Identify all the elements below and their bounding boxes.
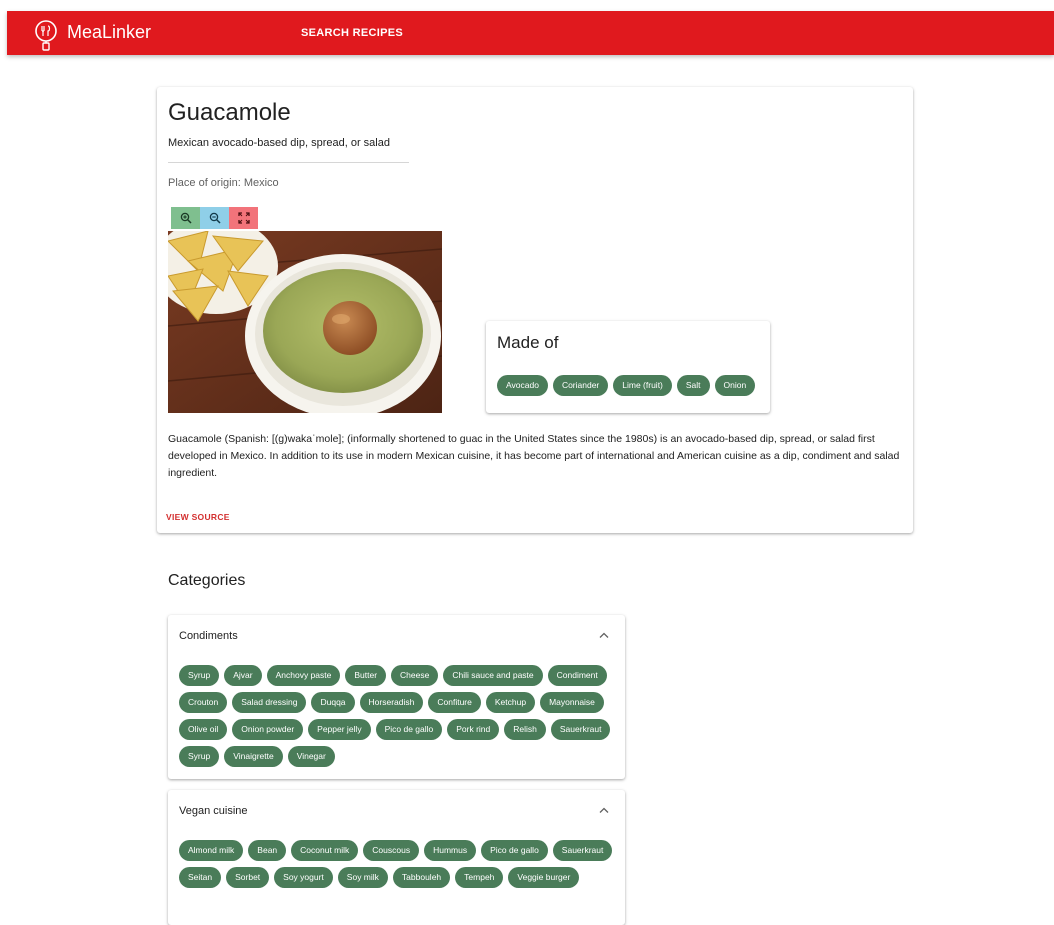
category-chip[interactable]: Ajvar [224, 665, 262, 686]
category-chip[interactable]: Butter [345, 665, 387, 686]
category-panel-vegan-cuisine: Vegan cuisine Almond milk Bean Coconut m… [168, 790, 625, 925]
chevron-up-icon[interactable] [599, 632, 609, 638]
category-chip[interactable]: Confiture [428, 692, 481, 713]
top-app-bar: MeaLinker SEARCH RECIPES [7, 11, 1054, 55]
category-chip[interactable]: Tempeh [455, 867, 504, 888]
nav-search-recipes[interactable]: SEARCH RECIPES [301, 27, 403, 39]
category-chip[interactable]: Vinaigrette [224, 746, 283, 767]
category-chip[interactable]: Duqqa [311, 692, 355, 713]
category-chip[interactable]: Salad dressing [232, 692, 307, 713]
category-chip[interactable]: Coconut milk [291, 840, 359, 861]
category-chip[interactable]: Vinegar [287, 746, 335, 767]
zoom-in-icon [180, 212, 192, 224]
category-chip[interactable]: Onion powder [232, 719, 304, 740]
brand-name[interactable]: MeaLinker [67, 22, 151, 43]
categories-heading: Categories [168, 572, 246, 589]
made-of-title: Made of [497, 333, 559, 352]
category-panel-condiments: Condiments Syrup Ajvar Anchovy paste But… [168, 615, 625, 779]
category-chip[interactable]: Syrup [179, 746, 220, 767]
ingredient-chips: Avocado Coriander Lime (fruit) Salt Onio… [497, 375, 756, 396]
view-source-link[interactable]: VIEW SOURCE [166, 512, 230, 522]
category-chip[interactable]: Horseradish [359, 692, 424, 713]
category-chip[interactable]: Cheese [391, 665, 439, 686]
category-chip[interactable]: Relish [504, 719, 546, 740]
category-chip[interactable]: Mayonnaise [540, 692, 604, 713]
category-chip[interactable]: Pepper jelly [308, 719, 371, 740]
category-chip[interactable]: Condiment [547, 665, 607, 686]
ingredient-chip[interactable]: Lime (fruit) [613, 375, 672, 396]
category-chip-list: Syrup Ajvar Anchovy paste Butter Cheese … [179, 665, 619, 767]
place-of-origin: Place of origin: Mexico [168, 177, 279, 189]
divider [168, 162, 409, 163]
zoom-in-button[interactable] [171, 207, 200, 229]
recipe-card: Guacamole Mexican avocado-based dip, spr… [157, 87, 913, 533]
category-chip[interactable]: Olive oil [179, 719, 228, 740]
category-chip[interactable]: Soy yogurt [274, 867, 333, 888]
category-chip[interactable]: Ketchup [485, 692, 536, 713]
chevron-up-icon[interactable] [599, 807, 609, 813]
category-chip[interactable]: Hummus [424, 840, 477, 861]
category-chip[interactable]: Sauerkraut [552, 840, 613, 861]
recipe-subtitle: Mexican avocado-based dip, spread, or sa… [168, 137, 390, 149]
ingredient-chip[interactable]: Onion [714, 375, 756, 396]
zoom-out-icon [209, 212, 221, 224]
category-title: Vegan cuisine [179, 805, 248, 817]
category-chip[interactable]: Pico de gallo [375, 719, 443, 740]
category-chip[interactable]: Bean [248, 840, 287, 861]
category-chip[interactable]: Pico de gallo [481, 840, 548, 861]
ingredient-chip[interactable]: Salt [676, 375, 710, 396]
logo-icon[interactable] [34, 20, 58, 56]
category-chip[interactable]: Pork rind [447, 719, 500, 740]
category-chip[interactable]: Tabbouleh [392, 867, 451, 888]
category-chip[interactable]: Sorbet [226, 867, 270, 888]
recipe-description: Guacamole (Spanish: [(ɡ)wakaˈmole]; (inf… [168, 433, 900, 479]
category-chip-list: Almond milk Bean Coconut milk Couscous H… [179, 840, 619, 888]
category-title: Condiments [179, 630, 238, 642]
category-chip[interactable]: Sauerkraut [550, 719, 611, 740]
ingredient-chip[interactable]: Coriander [552, 375, 609, 396]
ingredient-chip[interactable]: Avocado [497, 375, 548, 396]
category-chip[interactable]: Syrup [179, 665, 220, 686]
fullscreen-button[interactable] [229, 207, 258, 229]
category-chip[interactable]: Chili sauce and paste [443, 665, 543, 686]
category-chip[interactable]: Anchovy paste [266, 665, 341, 686]
guacamole-photo [168, 231, 442, 413]
fullscreen-icon [237, 212, 250, 224]
zoom-out-button[interactable] [200, 207, 229, 229]
made-of-card: Made of Avocado Coriander Lime (fruit) S… [486, 321, 770, 413]
category-chip[interactable]: Couscous [363, 840, 420, 861]
recipe-title: Guacamole [168, 99, 291, 126]
category-chip[interactable]: Veggie burger [508, 867, 580, 888]
category-chip[interactable]: Crouton [179, 692, 228, 713]
image-zoom-controls [171, 207, 258, 229]
category-chip[interactable]: Soy milk [337, 867, 388, 888]
recipe-image[interactable] [168, 231, 442, 413]
category-chip[interactable]: Almond milk [179, 840, 244, 861]
category-chip[interactable]: Seitan [179, 867, 222, 888]
